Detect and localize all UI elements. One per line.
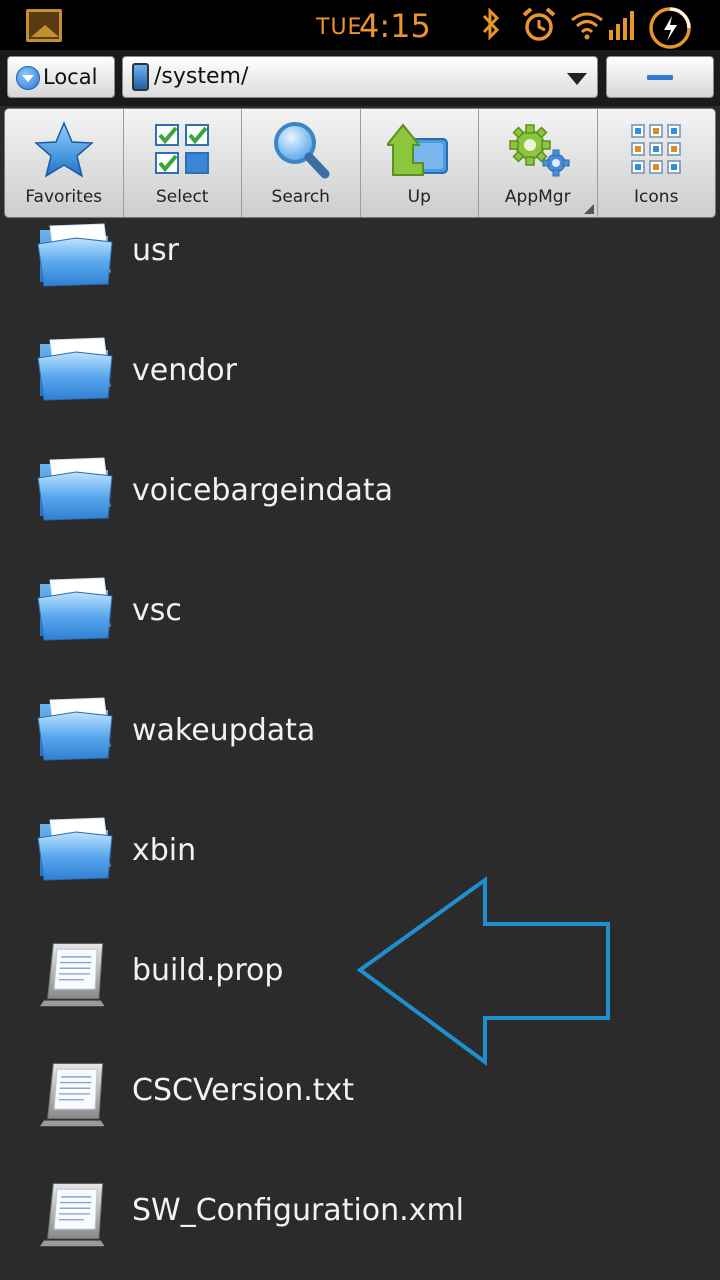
gears-icon bbox=[509, 124, 570, 177]
folder-icon bbox=[37, 337, 113, 401]
status-icons bbox=[474, 6, 720, 49]
chevron-down-icon[interactable] bbox=[567, 73, 587, 85]
magnifier-icon bbox=[273, 122, 330, 179]
collapse-button[interactable] bbox=[606, 56, 714, 98]
list-item[interactable]: usr bbox=[0, 222, 720, 342]
search-label: Search bbox=[271, 187, 330, 207]
list-item[interactable]: SW_Configuration.xml bbox=[0, 1176, 720, 1280]
path-bar: Local /system/ bbox=[0, 50, 720, 106]
file-name: xbin bbox=[132, 833, 197, 868]
list-item[interactable]: wakeupdata bbox=[0, 696, 720, 816]
star-icon bbox=[33, 121, 94, 178]
status-bar: TUE 4:15 bbox=[0, 0, 720, 50]
alarm-icon bbox=[522, 7, 556, 41]
select-button[interactable]: Select bbox=[124, 109, 242, 217]
path-selector[interactable]: /system/ bbox=[122, 56, 598, 98]
appmgr-button[interactable]: AppMgr bbox=[479, 109, 598, 217]
current-path: /system/ bbox=[154, 64, 249, 89]
search-button[interactable]: Search bbox=[242, 109, 361, 217]
document-icon bbox=[40, 943, 105, 1007]
toolbar: Favorites Select Search Up AppMgr Icons bbox=[4, 108, 716, 218]
file-name: build.prop bbox=[132, 953, 284, 988]
minus-icon bbox=[647, 75, 673, 80]
favorites-label: Favorites bbox=[25, 187, 103, 207]
signal-icon bbox=[609, 11, 634, 40]
select-label: Select bbox=[156, 187, 209, 207]
list-item[interactable]: voicebargeindata bbox=[0, 456, 720, 576]
file-name: vsc bbox=[132, 593, 182, 628]
list-item[interactable]: vsc bbox=[0, 576, 720, 696]
status-day: TUE bbox=[316, 15, 363, 40]
icons-label: Icons bbox=[634, 187, 679, 207]
wifi-icon bbox=[571, 12, 603, 40]
local-label: Local bbox=[43, 65, 98, 89]
folder-icon bbox=[37, 577, 113, 641]
local-button[interactable]: Local bbox=[7, 56, 115, 98]
submenu-corner-icon bbox=[583, 204, 594, 214]
list-item[interactable]: CSCVersion.txt bbox=[0, 1056, 720, 1176]
file-name: vendor bbox=[132, 353, 237, 388]
list-item[interactable]: vendor bbox=[0, 336, 720, 456]
left-arrow-outline-icon bbox=[356, 876, 610, 1066]
folder-icon bbox=[37, 697, 113, 761]
gallery-icon bbox=[26, 9, 62, 42]
battery-charging-icon bbox=[649, 7, 691, 49]
file-name: CSCVersion.txt bbox=[132, 1073, 355, 1108]
status-time: 4:15 bbox=[359, 7, 431, 45]
icons-view-button[interactable]: Icons bbox=[598, 109, 716, 217]
favorites-button[interactable]: Favorites bbox=[5, 109, 124, 217]
file-name: usr bbox=[132, 233, 179, 268]
bluetooth-icon bbox=[482, 7, 500, 41]
checklist-icon bbox=[155, 124, 210, 174]
document-icon bbox=[40, 1063, 105, 1127]
up-button[interactable]: Up bbox=[361, 109, 479, 217]
folder-icon bbox=[37, 223, 113, 287]
folder-icon bbox=[37, 817, 113, 881]
file-name: wakeupdata bbox=[132, 713, 316, 748]
file-name: SW_Configuration.xml bbox=[132, 1193, 465, 1228]
appmgr-label: AppMgr bbox=[504, 187, 571, 207]
up-folder-icon bbox=[387, 123, 449, 176]
document-icon bbox=[40, 1183, 105, 1247]
file-name: voicebargeindata bbox=[132, 473, 394, 508]
phone-icon bbox=[132, 63, 149, 91]
dropdown-circle-icon bbox=[16, 66, 40, 90]
file-list: usr vendor voicebargeindata vsc wakeupda… bbox=[0, 222, 720, 1280]
icon-grid-icon bbox=[631, 124, 681, 174]
folder-icon bbox=[37, 457, 113, 521]
up-label: Up bbox=[407, 187, 431, 207]
